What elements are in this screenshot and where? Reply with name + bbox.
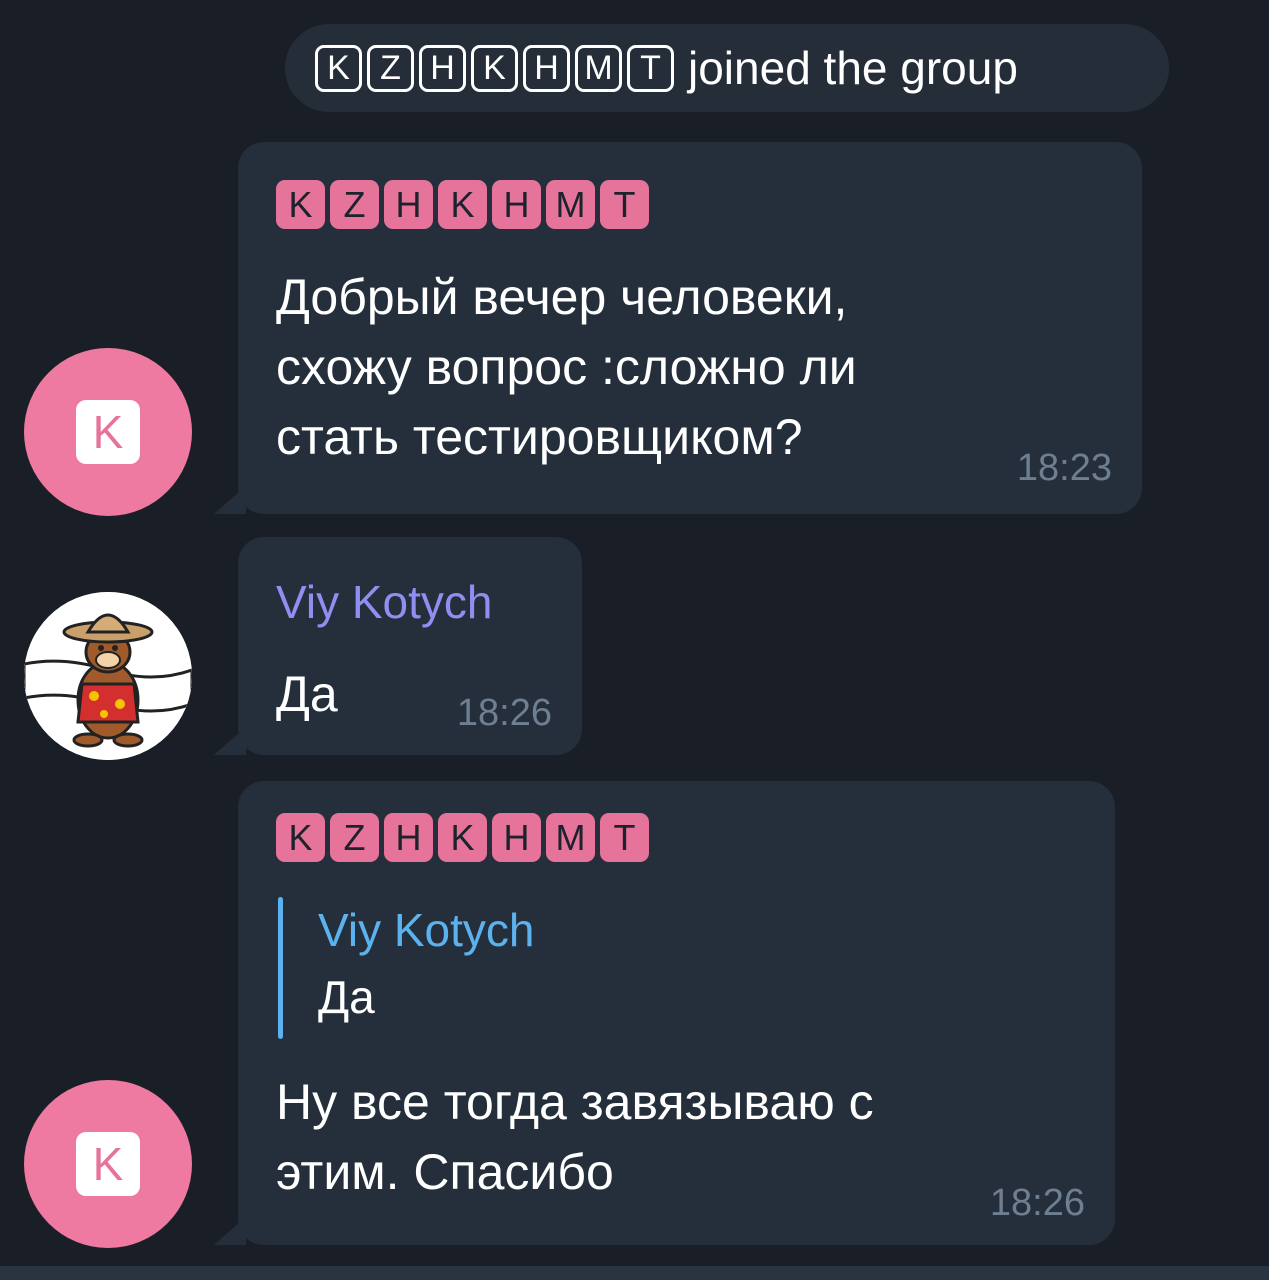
- sender-name[interactable]: K Z H K H M T: [276, 813, 649, 862]
- avatar[interactable]: K: [24, 348, 192, 516]
- chipmunk-icon: [24, 592, 192, 760]
- avatar-letter: K: [76, 400, 140, 464]
- name-glyph: M: [546, 180, 595, 229]
- name-glyph: T: [600, 813, 649, 862]
- name-glyph: M: [575, 44, 622, 92]
- bubble-tail: [214, 1217, 246, 1245]
- name-glyph: K: [315, 44, 362, 92]
- message-time: 18:26: [456, 692, 552, 734]
- service-message-text: joined the group: [688, 42, 1018, 94]
- chipmunk-avatar-icon[interactable]: [24, 592, 192, 760]
- name-glyph: K: [276, 180, 325, 229]
- name-glyph: H: [523, 44, 570, 92]
- message-text: Да: [276, 666, 338, 722]
- name-glyph: T: [627, 44, 674, 92]
- reply-quote[interactable]: Viy Kotych Да: [278, 897, 878, 1039]
- reply-sender: Viy Kotych: [318, 904, 535, 956]
- reply-text: Да: [318, 971, 375, 1023]
- name-glyph: Z: [330, 180, 379, 229]
- reply-quote-bar: [278, 897, 283, 1039]
- name-glyph: H: [384, 813, 433, 862]
- name-glyph: H: [384, 180, 433, 229]
- service-sender-name[interactable]: K Z H K H M T: [315, 44, 674, 92]
- bubble-tail: [214, 727, 246, 755]
- message-time: 18:23: [1016, 447, 1112, 489]
- message-bubble[interactable]: Viy Kotych Да 18:26: [238, 537, 582, 755]
- avatar-letter: K: [76, 1132, 140, 1196]
- name-glyph: K: [438, 180, 487, 229]
- name-glyph: Z: [367, 44, 414, 92]
- name-glyph: M: [546, 813, 595, 862]
- name-glyph: K: [276, 813, 325, 862]
- avatar[interactable]: K: [24, 1080, 192, 1248]
- name-glyph: K: [471, 44, 518, 92]
- name-glyph: K: [438, 813, 487, 862]
- sender-name[interactable]: K Z H K H M T: [276, 180, 649, 229]
- name-glyph: Z: [330, 813, 379, 862]
- name-glyph: H: [492, 180, 541, 229]
- input-area-edge: [0, 1266, 1269, 1280]
- bubble-tail: [214, 486, 246, 514]
- message-text: Ну все тогда завязываю с этим. Спасибо: [276, 1074, 874, 1200]
- name-glyph: H: [492, 813, 541, 862]
- name-glyph: T: [600, 180, 649, 229]
- message-time: 18:26: [989, 1182, 1085, 1224]
- message-bubble[interactable]: K Z H K H M T Viy Kotych Да Ну все тогда…: [238, 781, 1115, 1245]
- sender-name[interactable]: Viy Kotych: [276, 575, 492, 629]
- message-bubble[interactable]: K Z H K H M T Добрый вечер человеки, схо…: [238, 142, 1142, 514]
- name-glyph: H: [419, 44, 466, 92]
- service-message: K Z H K H M T joined the group: [285, 24, 1169, 112]
- message-text: Добрый вечер человеки, схожу вопрос :сло…: [276, 269, 857, 465]
